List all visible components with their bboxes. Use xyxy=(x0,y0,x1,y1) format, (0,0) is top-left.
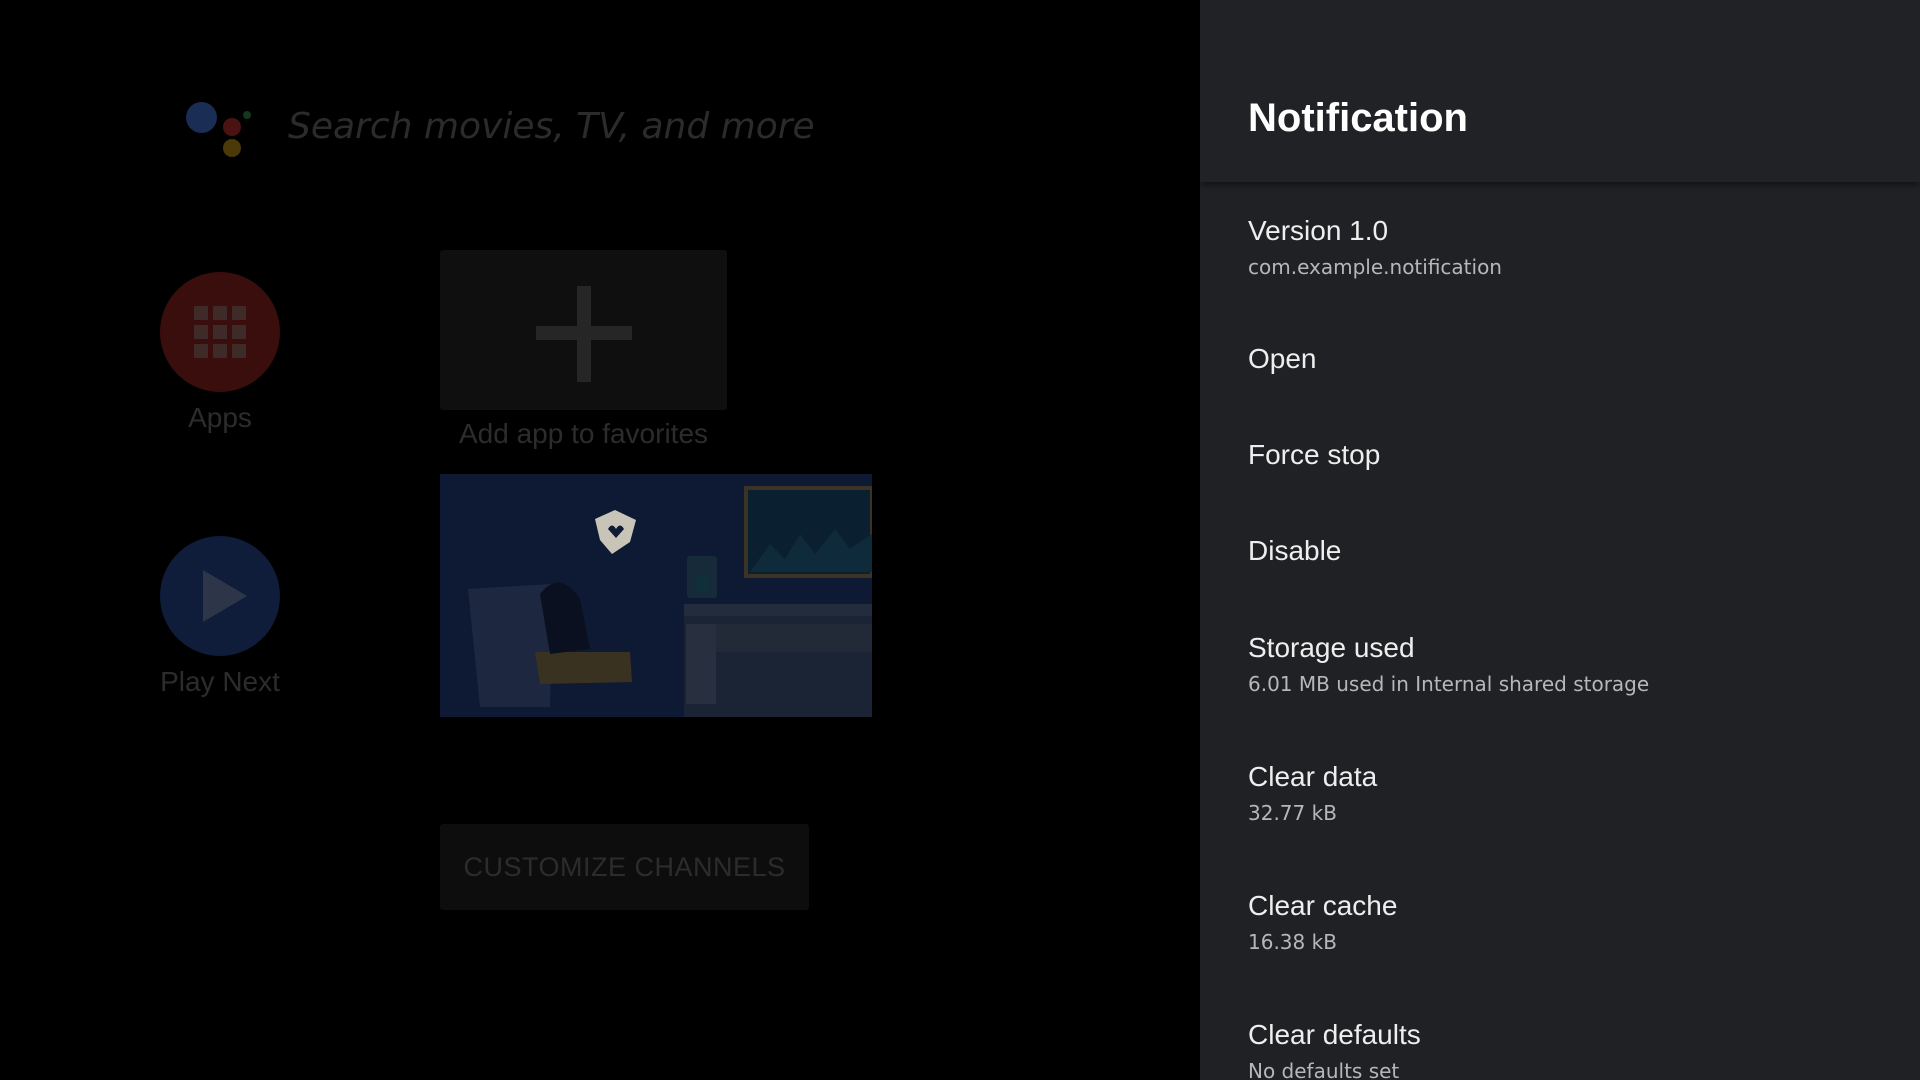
panel-header: Notification xyxy=(1200,0,1920,182)
add-favorite-tile[interactable] xyxy=(440,250,727,410)
storage-used-value: 6.01 MB used in Internal shared storage xyxy=(1248,672,1650,696)
customize-channels-button[interactable]: CUSTOMIZE CHANNELS xyxy=(440,824,809,910)
app-info-panel: Notification Version 1.0 com.example.not… xyxy=(1200,0,1920,1080)
play-next-video-thumbnail[interactable] xyxy=(440,474,872,717)
add-favorite-label: Add app to favorites xyxy=(458,418,709,449)
clear-cache-item[interactable]: Clear cache 16.38 kB xyxy=(1248,889,1888,957)
play-next-label: Play Next xyxy=(160,666,280,697)
apps-grid-icon xyxy=(194,306,246,358)
package-name: com.example.notification xyxy=(1248,255,1502,279)
apps-button[interactable] xyxy=(160,272,280,392)
force-stop-item[interactable]: Force stop xyxy=(1248,438,1888,472)
panel-title: Notification xyxy=(1248,96,1468,140)
home-launcher-background: Search movies, TV, and more Apps Play Ne… xyxy=(0,0,1200,1080)
storage-used-label: Storage used xyxy=(1248,632,1415,663)
clear-data-size: 32.77 kB xyxy=(1248,801,1337,825)
living-room-illustration xyxy=(440,474,872,717)
open-label: Open xyxy=(1248,343,1317,374)
clear-cache-label: Clear cache xyxy=(1248,890,1398,921)
disable-label: Disable xyxy=(1248,535,1342,566)
search-placeholder[interactable]: Search movies, TV, and more xyxy=(288,106,815,147)
clear-defaults-label: Clear defaults xyxy=(1248,1019,1421,1050)
tv-screen: Search movies, TV, and more Apps Play Ne… xyxy=(0,0,1920,1080)
open-item[interactable]: Open xyxy=(1248,342,1888,376)
clear-data-item[interactable]: Clear data 32.77 kB xyxy=(1248,760,1888,828)
force-stop-label: Force stop xyxy=(1248,439,1381,470)
clear-cache-size: 16.38 kB xyxy=(1248,930,1337,954)
play-next-button[interactable] xyxy=(160,536,280,656)
storage-used-item[interactable]: Storage used 6.01 MB used in Internal sh… xyxy=(1248,631,1888,699)
play-icon xyxy=(203,570,247,622)
clear-defaults-status: No defaults set xyxy=(1248,1059,1400,1080)
disable-item[interactable]: Disable xyxy=(1248,534,1888,568)
clear-defaults-item[interactable]: Clear defaults No defaults set xyxy=(1248,1018,1888,1080)
version-title: Version 1.0 xyxy=(1248,215,1389,246)
apps-label: Apps xyxy=(188,402,252,433)
version-item: Version 1.0 com.example.notification xyxy=(1248,214,1888,282)
assistant-icon[interactable] xyxy=(186,100,252,158)
clear-data-label: Clear data xyxy=(1248,761,1378,792)
